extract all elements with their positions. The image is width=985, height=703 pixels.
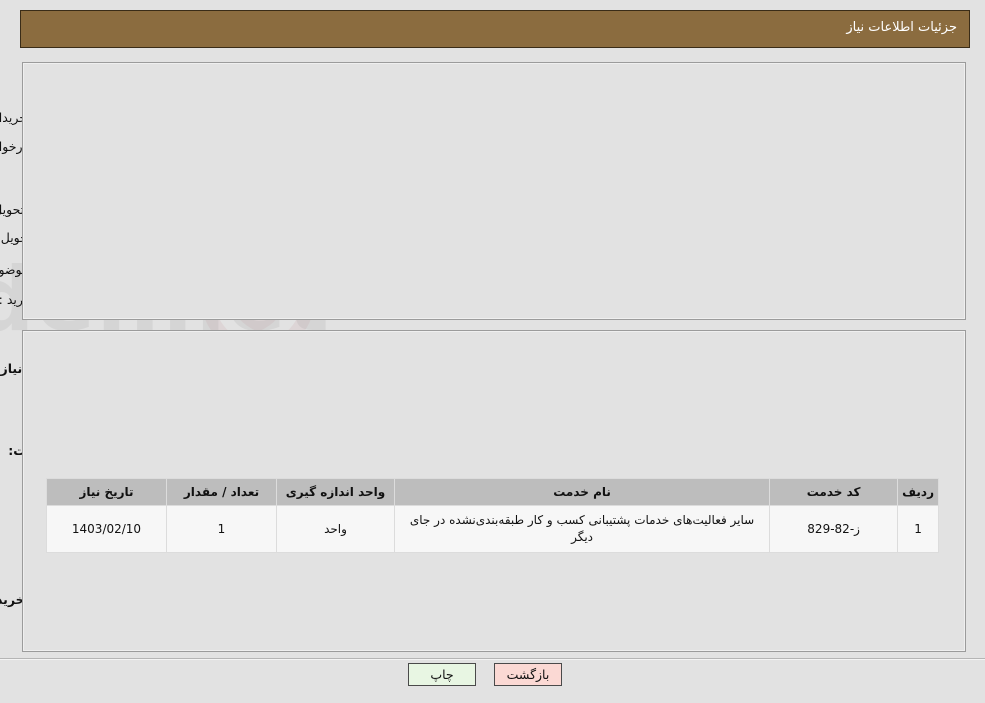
cell-need-date: 1403/02/10 <box>46 505 167 553</box>
th-service-name: نام خدمت <box>393 478 771 506</box>
th-need-date: تاریخ نیاز <box>46 478 167 506</box>
th-quantity: تعداد / مقدار <box>166 478 277 506</box>
cell-row: 1 <box>897 505 939 553</box>
services-table: ردیف کد خدمت نام خدمت واحد اندازه گیری ت… <box>46 478 939 553</box>
footer-divider <box>0 658 985 660</box>
table-row: 1 ز-82-829 سایر فعالیت‌های خدمات پشتیبان… <box>46 505 939 553</box>
th-row: ردیف <box>897 478 939 506</box>
print-button[interactable]: چاپ <box>408 663 476 686</box>
cell-quantity: 1 <box>166 505 277 553</box>
table-header-row: ردیف کد خدمت نام خدمت واحد اندازه گیری ت… <box>46 478 939 506</box>
page-root: AriaTender.net جزئیات اطلاعات نیاز شماره… <box>0 0 985 703</box>
cell-service-code: ز-82-829 <box>769 505 899 553</box>
cell-service-name: سایر فعالیت‌های خدمات پشتیبانی کسب و کار… <box>393 505 771 553</box>
page-title: جزئیات اطلاعات نیاز <box>846 20 957 35</box>
header-bar: جزئیات اطلاعات نیاز <box>20 10 970 48</box>
back-button[interactable]: بازگشت <box>494 663 562 686</box>
th-service-code: کد خدمت <box>769 478 899 506</box>
need-info-panel <box>22 62 966 320</box>
th-unit: واحد اندازه گیری <box>276 478 395 506</box>
cell-unit: واحد <box>276 505 395 553</box>
